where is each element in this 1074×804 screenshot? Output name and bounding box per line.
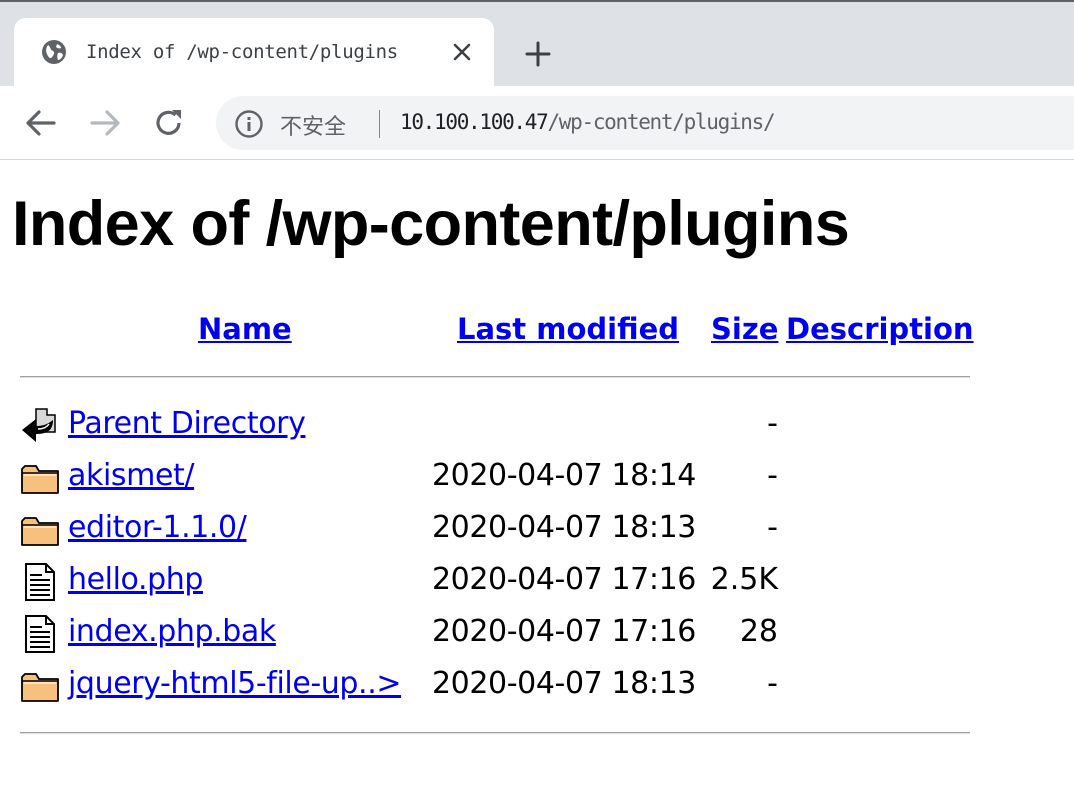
reload-icon[interactable]: [152, 106, 186, 140]
browser-chrome: Index of /wp-content/plugins 不安全 10.100.…: [0, 0, 1074, 160]
list-item: akismet/ 2020-04-07 18:14 -: [0, 452, 1074, 504]
row-size: 28: [739, 614, 778, 649]
column-header-description[interactable]: Description: [786, 312, 974, 346]
file-icon: [25, 615, 55, 653]
url-host: 10.100.100.47: [400, 110, 549, 134]
info-icon[interactable]: [234, 109, 264, 139]
row-modified: 2020-04-07 17:16: [432, 562, 696, 597]
divider-top: [20, 376, 970, 378]
row-size: -: [767, 406, 778, 441]
page-title: Index of /wp-content/plugins: [12, 189, 850, 259]
column-header-name[interactable]: Name: [198, 312, 292, 346]
tab-title: Index of /wp-content/plugins: [86, 41, 398, 63]
divider-bottom: [20, 732, 970, 734]
folder-link[interactable]: editor-1.1.0/: [68, 510, 247, 545]
row-modified: 2020-04-07 18:14: [432, 458, 696, 493]
folder-icon: [21, 517, 59, 546]
back-arrow-icon[interactable]: [24, 106, 58, 140]
row-size: -: [767, 510, 778, 545]
folder-link[interactable]: jquery-html5-file-up..>: [68, 666, 401, 701]
row-modified: 2020-04-07 17:16: [432, 614, 696, 649]
folder-link[interactable]: akismet/: [68, 458, 194, 493]
forward-arrow-icon[interactable]: [88, 106, 122, 140]
file-icon: [25, 563, 55, 601]
close-icon[interactable]: [450, 40, 474, 64]
column-header-size[interactable]: Size: [711, 312, 778, 346]
security-label[interactable]: 不安全: [280, 109, 346, 141]
page-content: Index of /wp-content/plugins Name Last m…: [0, 160, 1074, 804]
address-bar[interactable]: 不安全 10.100.100.47/wp-content/plugins/: [216, 96, 1074, 150]
plus-icon[interactable]: [524, 40, 552, 68]
tab-strip: Index of /wp-content/plugins: [0, 0, 1074, 88]
folder-icon: [21, 673, 59, 702]
address-separator: [379, 110, 380, 138]
back-icon: [22, 408, 56, 442]
browser-toolbar: 不安全 10.100.100.47/wp-content/plugins/: [0, 86, 1074, 160]
list-item: index.php.bak 2020-04-07 17:16 28: [0, 608, 1074, 660]
url-text[interactable]: 10.100.100.47/wp-content/plugins/: [400, 110, 776, 134]
globe-icon: [42, 40, 66, 64]
list-item: hello.php 2020-04-07 17:16 2.5K: [0, 556, 1074, 608]
file-link[interactable]: index.php.bak: [68, 614, 276, 649]
parent-directory-link[interactable]: Parent Directory: [68, 406, 306, 441]
browser-tab[interactable]: Index of /wp-content/plugins: [14, 18, 494, 88]
row-size: -: [767, 666, 778, 701]
list-item: jquery-html5-file-up..> 2020-04-07 18:13…: [0, 660, 1074, 712]
file-link[interactable]: hello.php: [68, 562, 203, 597]
row-modified: 2020-04-07 18:13: [432, 510, 696, 545]
row-modified: 2020-04-07 18:13: [432, 666, 696, 701]
folder-icon: [21, 465, 59, 494]
list-item: Parent Directory -: [0, 400, 1074, 452]
list-item: editor-1.1.0/ 2020-04-07 18:13 -: [0, 504, 1074, 556]
column-header-last-modified[interactable]: Last modified: [457, 312, 679, 346]
row-size: 2.5K: [710, 562, 778, 597]
row-size: -: [767, 458, 778, 493]
url-path: /wp-content/plugins/: [547, 110, 775, 134]
